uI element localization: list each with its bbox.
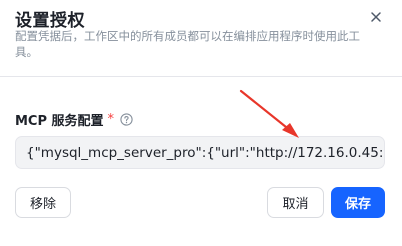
mcp-config-label: MCP 服务配置 * — [15, 110, 133, 129]
authorization-dialog: 设置授权 配置凭据后，工作区中的所有成员都可以在编排应用程序时使用此工具。 MC… — [0, 0, 402, 246]
close-icon — [371, 12, 381, 22]
mcp-config-value: {"mysql_mcp_server_pro":{"url":"http://1… — [26, 144, 385, 161]
close-button[interactable] — [367, 8, 385, 26]
save-button[interactable]: 保存 — [331, 187, 385, 218]
remove-button[interactable]: 移除 — [15, 187, 71, 218]
question-circle-icon — [120, 112, 133, 126]
field-label-text: MCP 服务配置 — [15, 113, 104, 129]
help-button[interactable] — [120, 112, 133, 126]
mcp-config-input[interactable]: {"mysql_mcp_server_pro":{"url":"http://1… — [15, 136, 385, 169]
required-mark: * — [107, 111, 115, 127]
header-divider — [0, 76, 402, 77]
dialog-description: 配置凭据后，工作区中的所有成员都可以在编排应用程序时使用此工具。 — [15, 29, 360, 59]
cancel-button[interactable]: 取消 — [267, 187, 324, 218]
